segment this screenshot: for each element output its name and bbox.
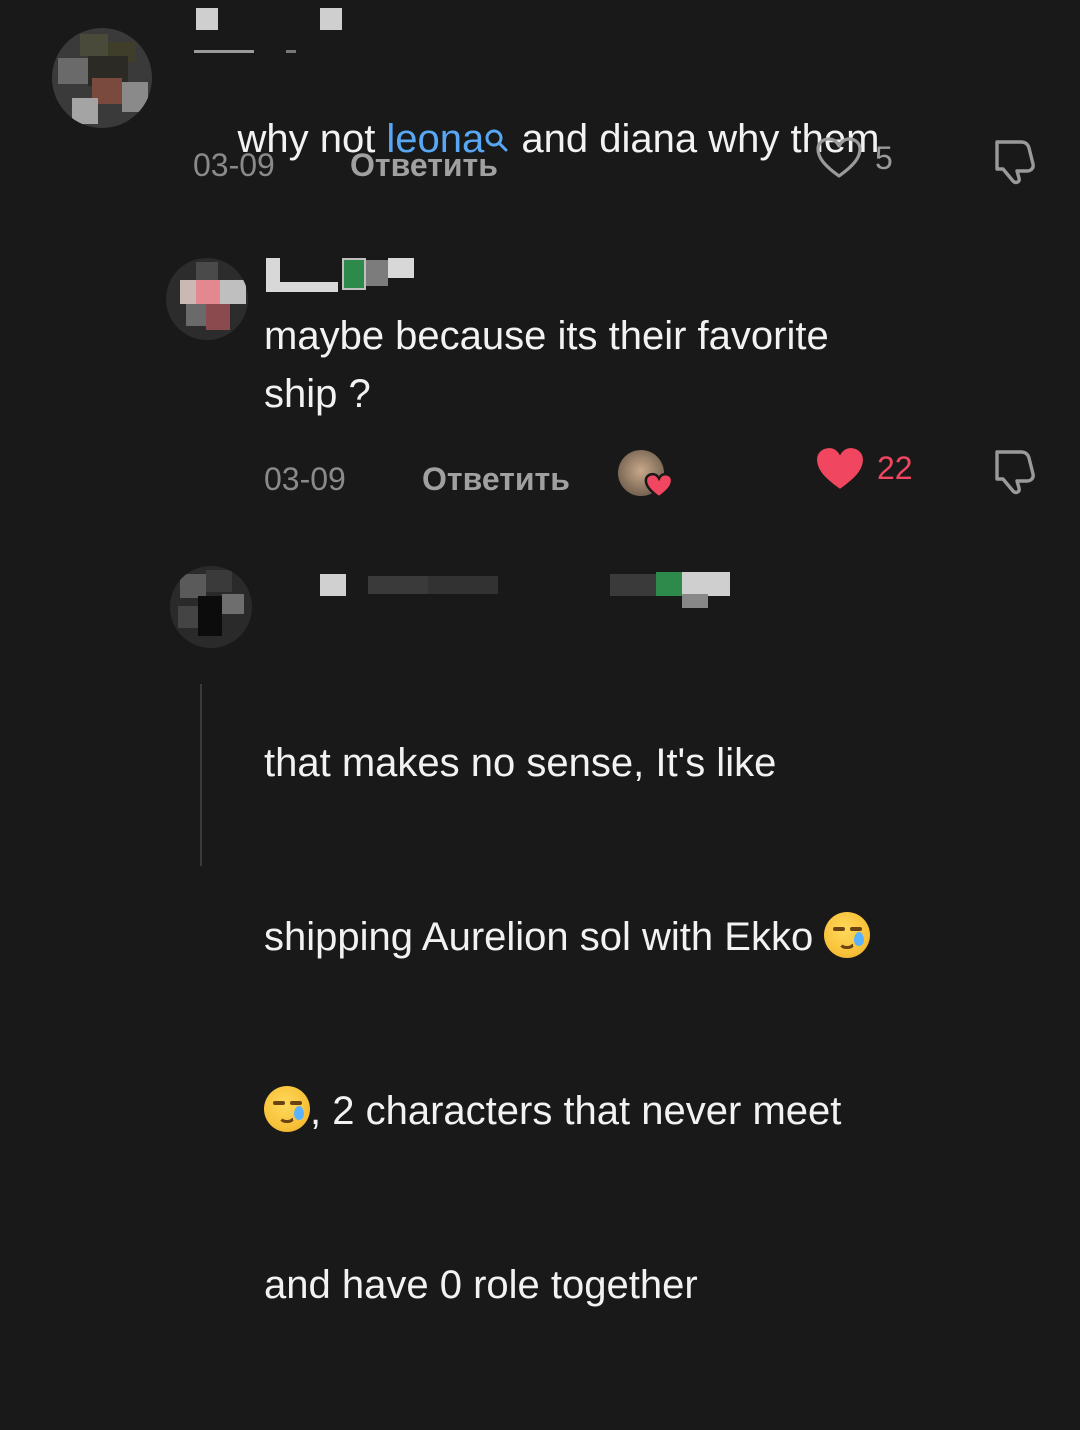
commenter-username[interactable] [266, 246, 426, 296]
commenter-username[interactable] [316, 568, 736, 614]
crying-smile-emoji [264, 1086, 310, 1132]
commenter-username[interactable] [190, 6, 350, 58]
comment-text: maybe because its their favorite ship ? [264, 314, 829, 416]
heart-outline-icon [816, 137, 862, 178]
reply-button[interactable]: Ответить [422, 461, 570, 498]
creator-liked-badge [618, 450, 674, 500]
comment-date: 03-09 [193, 147, 275, 183]
comment-text: why not leona and diana why them [193, 52, 879, 228]
like-count: 5 [875, 140, 893, 176]
like-count: 22 [877, 450, 913, 486]
dislike-button[interactable] [985, 446, 1039, 496]
like-button[interactable]: 22 [815, 446, 925, 494]
thumbs-down-icon [995, 140, 1035, 185]
comment-date: 03-09 [264, 461, 346, 497]
comment-text: that makes no sense, It's like shipping … [264, 618, 1024, 1430]
heart-filled-icon [817, 448, 863, 489]
thread-line [200, 684, 202, 866]
crying-smile-emoji [824, 912, 871, 958]
like-button[interactable]: 5 [815, 136, 915, 180]
heart-filled-icon [644, 472, 674, 499]
commenter-avatar[interactable] [166, 258, 248, 340]
reply-button[interactable]: Ответить [350, 147, 498, 184]
commenter-avatar[interactable] [52, 28, 152, 128]
commenter-avatar[interactable] [170, 566, 252, 648]
dislike-button[interactable] [985, 136, 1039, 186]
thumbs-down-icon [995, 450, 1035, 495]
